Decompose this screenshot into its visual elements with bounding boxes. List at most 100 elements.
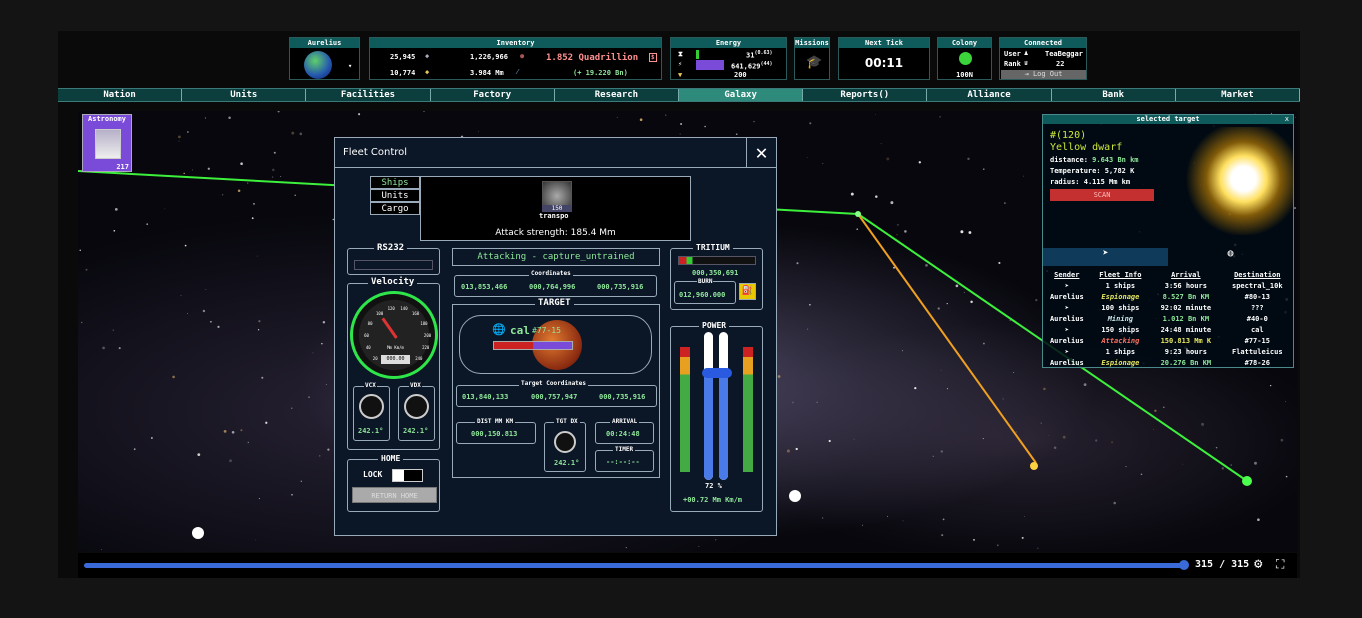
star bbox=[1163, 406, 1165, 409]
table-cell: Flattuleicus bbox=[1231, 347, 1283, 356]
graduation-cap-icon[interactable]: 🎓 bbox=[806, 55, 822, 70]
gauge-tick-label: 100 bbox=[376, 310, 384, 316]
tab-cargo[interactable]: Cargo bbox=[370, 202, 420, 215]
target-subtitle: #77-15 bbox=[532, 326, 561, 335]
tritium-value: 000,350,691 bbox=[692, 269, 739, 277]
star bbox=[941, 534, 944, 537]
inventory-delta: (+ 19.220 Bn) bbox=[573, 69, 628, 77]
fleet-table-header[interactable]: Fleet Info bbox=[1091, 269, 1151, 280]
table-row[interactable]: ➤ 150 ships 24:48 minute cal bbox=[1043, 324, 1293, 335]
fleet-table-header[interactable]: Arrival bbox=[1150, 269, 1221, 280]
star bbox=[1201, 422, 1205, 426]
table-row[interactable]: Aurelius Espionage 20.276 Bn KM #78-26 bbox=[1043, 357, 1293, 368]
star bbox=[932, 455, 934, 457]
star bbox=[822, 517, 824, 519]
nav-item-reports[interactable]: Reports() bbox=[803, 89, 928, 101]
star bbox=[478, 130, 479, 132]
bright-star-1 bbox=[192, 527, 204, 539]
fleet-table-header[interactable]: Sender bbox=[1043, 269, 1091, 280]
star bbox=[809, 304, 811, 306]
tritium-box: TRITIUM 000,350,691 BURN 012,960.000 ⛽ bbox=[670, 243, 763, 310]
target-radius: radius: 4.115 Mm km bbox=[1050, 178, 1131, 186]
chevron-down-icon[interactable]: ▾ bbox=[348, 62, 352, 70]
nav-item-units[interactable]: Units bbox=[182, 89, 307, 101]
missions-box[interactable]: Missions 🎓 bbox=[794, 37, 830, 80]
star bbox=[321, 343, 323, 345]
return-home-button[interactable]: RETURN HOME bbox=[352, 487, 437, 503]
target-dx-box: TGT DX 242.1° bbox=[544, 418, 586, 472]
star bbox=[875, 114, 877, 115]
table-row[interactable]: Aurelius Mining 1.012 Bn KM #40-0 bbox=[1043, 313, 1293, 324]
lock-label: LOCK bbox=[363, 470, 383, 479]
fleet-route-orange bbox=[857, 213, 1037, 464]
star bbox=[893, 266, 895, 269]
timeline-track[interactable] bbox=[84, 563, 1184, 568]
star bbox=[715, 539, 717, 541]
tab-units[interactable]: Units bbox=[370, 189, 420, 202]
close-icon[interactable]: x bbox=[1285, 115, 1289, 123]
star bbox=[890, 201, 894, 205]
lock-toggle[interactable] bbox=[392, 469, 423, 482]
table-row[interactable]: ➤ 100 ships 92:02 minute??? bbox=[1043, 302, 1293, 313]
star bbox=[133, 448, 136, 451]
close-icon[interactable]: ✕ bbox=[746, 138, 776, 168]
star bbox=[968, 231, 972, 234]
colony-box[interactable]: Colony 100N bbox=[937, 37, 992, 80]
gear-icon[interactable]: ⚙ bbox=[1254, 556, 1262, 572]
power-slider-track bbox=[702, 332, 732, 480]
scan-button[interactable]: SCAN bbox=[1050, 189, 1154, 201]
table-row[interactable]: Aurelius Espionage 8.527 Bn KM #80-13 bbox=[1043, 291, 1293, 302]
nav-item-factory[interactable]: Factory bbox=[431, 89, 555, 101]
selected-target-panel: selected target x #(120) Yellow dwarf di… bbox=[1042, 114, 1294, 368]
table-cell: Attacking bbox=[1101, 336, 1140, 345]
logout-button[interactable]: ⇥ Log Out bbox=[1001, 70, 1086, 79]
energy-title: Energy bbox=[671, 38, 786, 48]
nav-item-galaxy[interactable]: Galaxy bbox=[679, 89, 804, 101]
nav-item-research[interactable]: Research bbox=[555, 89, 680, 101]
star bbox=[192, 169, 193, 171]
nav-item-nation[interactable]: Nation bbox=[58, 89, 183, 101]
table-row[interactable]: ➤ 1 ships 9:23 hours Flattuleicus bbox=[1043, 346, 1293, 357]
astronomy-button[interactable]: Astronomy 217 bbox=[82, 114, 132, 172]
star bbox=[247, 441, 250, 444]
star bbox=[679, 133, 681, 135]
planet-icon[interactable] bbox=[304, 51, 332, 79]
star bbox=[113, 229, 116, 232]
star bbox=[875, 195, 878, 198]
star bbox=[1021, 536, 1024, 539]
target-coord-x: 013,840,133 bbox=[462, 393, 509, 401]
table-cell: Aurelius bbox=[1049, 358, 1084, 367]
fleet-table-header[interactable]: Destination bbox=[1222, 269, 1293, 280]
star bbox=[294, 194, 296, 196]
fullscreen-icon[interactable]: ⛶ bbox=[1276, 557, 1284, 572]
nav-item-alliance[interactable]: Alliance bbox=[927, 89, 1052, 101]
fuel-pump-icon[interactable]: ⛽ bbox=[739, 283, 756, 300]
table-cell: 92:02 minute bbox=[1160, 303, 1212, 312]
nav-item-bank[interactable]: Bank bbox=[1052, 89, 1176, 101]
star bbox=[625, 547, 627, 549]
table-cell: 8.527 Bn KM bbox=[1162, 292, 1210, 301]
galaxy-view[interactable]: Astronomy 217 Fleet Control ✕ Ships Unit… bbox=[78, 111, 1297, 552]
star bbox=[217, 325, 220, 328]
power-slider-handle[interactable] bbox=[702, 368, 732, 379]
timeline-handle[interactable] bbox=[1179, 560, 1189, 570]
tab-globe[interactable]: ◍ bbox=[1168, 248, 1293, 266]
star bbox=[1182, 463, 1184, 465]
unit-name: transpo bbox=[539, 212, 569, 220]
nav-item-facilities[interactable]: Facilities bbox=[306, 89, 431, 101]
nav-item-market[interactable]: Market bbox=[1176, 89, 1301, 101]
tab-ships[interactable]: Ships bbox=[370, 176, 420, 189]
table-row[interactable]: Aurelius Attacking 150.813 Mm K #77-15 bbox=[1043, 335, 1293, 346]
star bbox=[114, 208, 118, 211]
target-display[interactable]: 🌐 cal #77-15 bbox=[459, 315, 652, 374]
gauge-tick-label: 220 bbox=[422, 345, 430, 351]
table-cell: Espionage bbox=[1101, 292, 1140, 301]
star bbox=[85, 268, 88, 271]
tab-outgoing[interactable]: ➤ bbox=[1043, 248, 1168, 266]
table-row[interactable]: ➤ 1 ships 3:56 hours spectral_10k bbox=[1043, 280, 1293, 291]
table-cell: 150.813 Mm K bbox=[1160, 336, 1212, 345]
star bbox=[280, 176, 282, 177]
star bbox=[940, 370, 942, 372]
star bbox=[861, 524, 863, 526]
connected-box: Connected User ♟ TeaBeggar Rank ♛ 22 ⇥ L… bbox=[999, 37, 1087, 80]
